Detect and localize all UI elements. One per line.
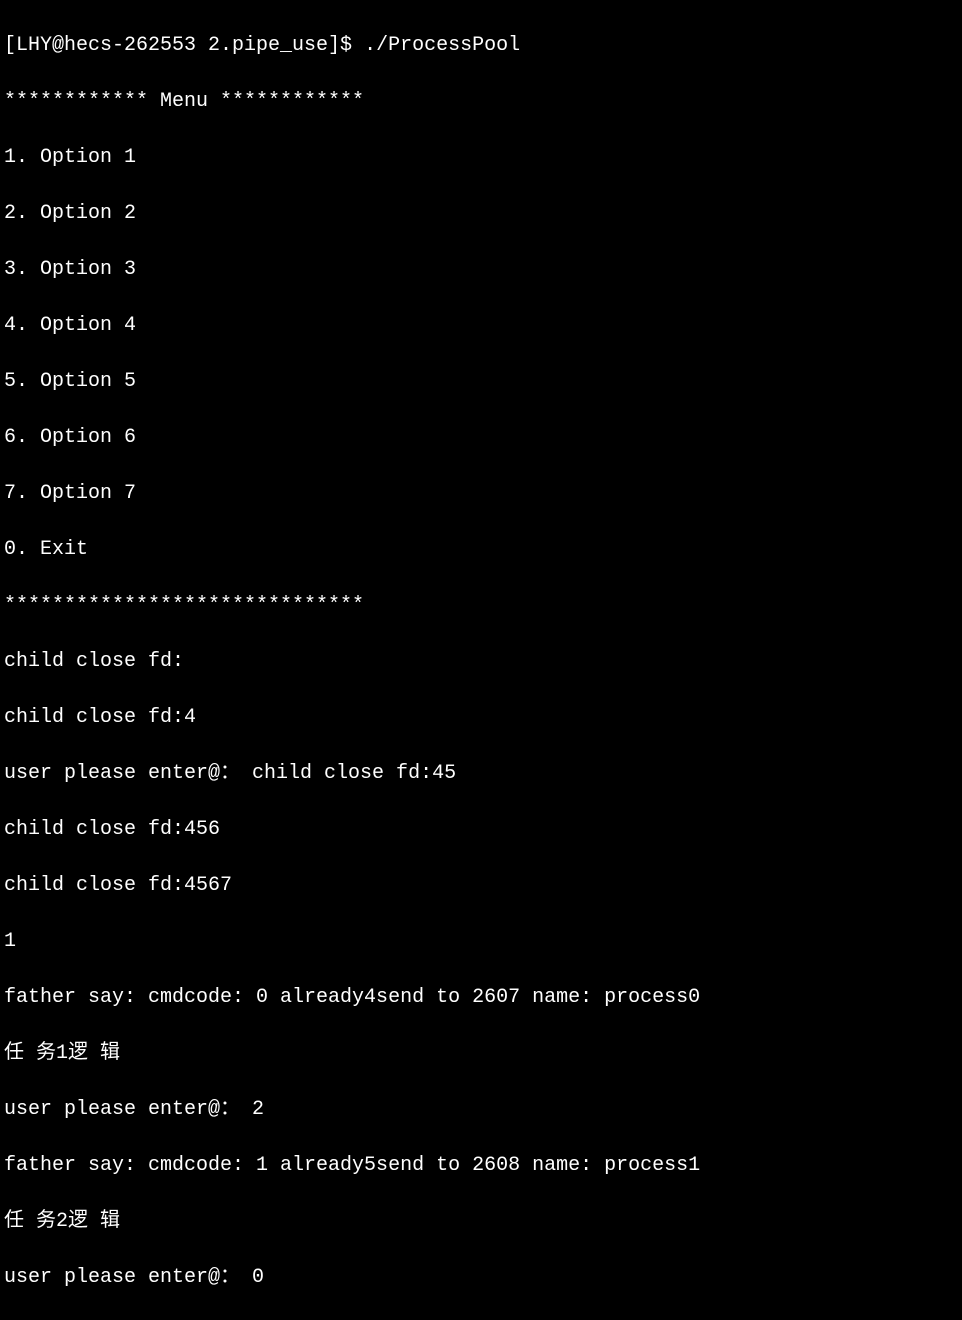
output-line: child close fd:4567 xyxy=(4,872,958,900)
output-line: user please enter@： 2 xyxy=(4,1096,958,1124)
menu-item: 1. Option 1 xyxy=(4,144,958,172)
menu-item: 0. Exit xyxy=(4,536,958,564)
prompt-line: [LHY@hecs-262553 2.pipe_use]$ ./ProcessP… xyxy=(4,32,958,60)
menu-item: 6. Option 6 xyxy=(4,424,958,452)
output-line: father say: cmdcode: 1 already5send to 2… xyxy=(4,1152,958,1180)
output-line: 任 务1逻 辑 xyxy=(4,1040,958,1068)
menu-item: 3. Option 3 xyxy=(4,256,958,284)
menu-footer: ****************************** xyxy=(4,592,958,620)
output-line: 1 xyxy=(4,928,958,956)
output-line: child close fd:456 xyxy=(4,816,958,844)
menu-item: 2. Option 2 xyxy=(4,200,958,228)
output-line: father say: cmdcode: 0 already4send to 2… xyxy=(4,984,958,1012)
output-line: child close fd:4 xyxy=(4,704,958,732)
menu-item: 7. Option 7 xyxy=(4,480,958,508)
menu-header: ************ Menu ************ xyxy=(4,88,958,116)
shell-prompt: [LHY@hecs-262553 2.pipe_use]$ xyxy=(4,34,364,57)
output-line: user please enter@： child close fd:45 xyxy=(4,760,958,788)
command-text: ./ProcessPool xyxy=(364,34,520,57)
terminal-output[interactable]: [LHY@hecs-262553 2.pipe_use]$ ./ProcessP… xyxy=(4,4,958,1320)
output-line: user please enter@： 0 xyxy=(4,1264,958,1292)
menu-item: 5. Option 5 xyxy=(4,368,958,396)
menu-item: 4. Option 4 xyxy=(4,312,958,340)
output-line: 任 务2逻 辑 xyxy=(4,1208,958,1236)
output-line: child close fd: xyxy=(4,648,958,676)
